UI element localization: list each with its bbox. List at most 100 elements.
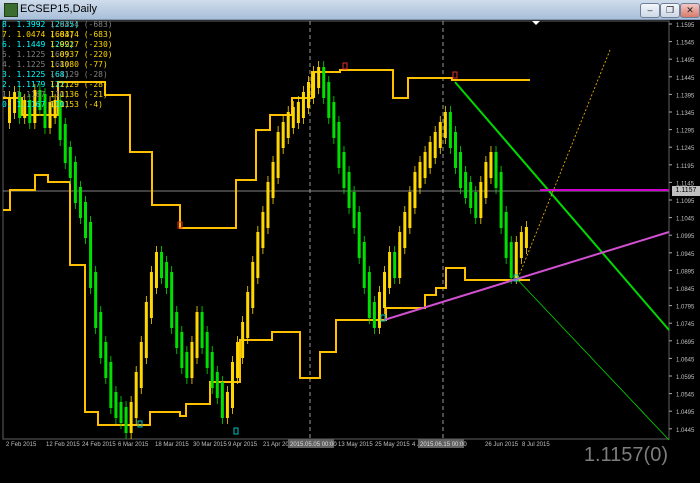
candle [276,126,280,184]
candle [266,176,270,234]
candle [271,156,275,204]
candle [241,316,245,364]
price-tick-label: 1.0995 [676,234,695,240]
price-tick-label: 1.1545 [676,41,695,47]
yellow-projection-line [517,49,611,279]
candle [398,226,402,284]
price-axis: 1.1595 1.1545 1.1495 1.1445 1.1395 1.1345 1.12… [669,23,695,434]
price-tick-label: 1.0595 [676,375,695,381]
candle [372,296,376,334]
swing-high-marker [452,71,458,79]
candle [474,186,478,224]
candle [367,266,371,324]
candle [261,206,265,254]
window-titlebar[interactable]: ECSEP15,Daily – ❐ ✕ [0,0,700,20]
legend-level-left: 5. 1.1225 (68) [2,50,70,59]
candle [357,206,361,264]
big-price-readout: 1.1157(0) [583,444,668,466]
candle [170,266,174,334]
candle [342,146,346,194]
legend-row: 1. 1.1167 (10)1.1136 (-21) [2,90,108,100]
price-tick-label: 1.1295 [676,129,695,135]
candle [190,336,194,384]
candle [377,286,381,334]
price-tick-label: 1.0845 [676,287,695,293]
time-tick-label: 13 May 2015 [338,442,373,448]
candle [443,106,447,144]
chart-icon [4,3,18,17]
candle [114,386,118,424]
candle [464,166,468,204]
close-button[interactable]: ✕ [680,3,700,18]
minimize-button[interactable]: – [640,3,660,18]
candle [403,206,407,254]
price-tick-label: 1.1445 [676,76,695,82]
candle [383,266,387,314]
candle [519,226,523,264]
legend-level-left: 0. 1.1167 (10) [2,100,70,109]
candle [327,76,331,124]
candle [418,156,422,194]
legend-row: 0. 1.1167 (10)1.1153 (-4) [2,100,106,110]
time-tick-label: 6 Mar 2015 [118,442,149,448]
candle [195,306,199,364]
legend-row: 8. 1.3992 (2835)1.0474 (-683) [2,20,113,30]
candle [78,181,82,224]
green-trendline [454,81,670,331]
shift-arrow-icon [532,21,540,25]
legend-level-left: 7. 1.0474 (683) [2,30,75,39]
candle [393,246,397,284]
candle [210,346,214,394]
candle [165,256,169,294]
candle [514,236,518,284]
candle [205,326,209,374]
candle [438,116,442,154]
candle [352,186,356,234]
candle [504,206,508,264]
time-axis: 2 Feb 2015 12 Feb 2015 24 Feb 2015 6 Mar 20… [6,439,550,448]
time-tick-label: 24 Feb 2015 [82,442,116,448]
candle [215,366,219,404]
candle [281,116,285,154]
candle [180,326,184,374]
legend-level-left: 2. 1.1179 (22) [2,80,70,89]
candle [413,166,417,214]
candle [499,166,503,234]
window-title: ECSEP15,Daily [20,3,98,15]
candle [124,401,128,439]
legend-level-right: 1.1129 (-28) [50,80,108,89]
legend-row: 4. 1.1225 (68)1.1080 (-77) [2,60,108,70]
price-tick-label: 1.0945 [676,252,695,258]
candle [322,61,326,104]
time-tick-label: 2015.06.15 00:00 [420,442,467,448]
candle [479,176,483,224]
price-tick-label: 1.0495 [676,410,695,416]
candle [149,266,153,324]
candle [388,246,392,294]
candle [408,186,412,234]
time-tick-label: 25 May 2015 [375,442,410,448]
candle [459,146,463,194]
candle [362,236,366,294]
legend-row: 3. 1.1225 (68)1.1129 (-28) [2,70,108,80]
candle [509,236,513,284]
legend-level-right: 1.1129 (-28) [50,70,108,79]
price-tick-label: 1.1395 [676,93,695,99]
legend-level-right: 1.1153 (-4) [50,100,103,109]
legend-level-left: 8. 1.3992 (2835) [2,20,80,29]
swing-high-marker [342,62,348,70]
current-price-label: 1.1157 [672,186,700,196]
swing-low-marker [233,427,239,435]
candle [251,256,255,314]
candle [332,96,336,144]
legend-level-left: 4. 1.1225 (68) [2,60,70,69]
candle [94,266,98,334]
candle [129,396,133,439]
candle [489,146,493,184]
legend-level-left: 6. 1.1449 (292) [2,40,75,49]
candle [175,306,179,354]
restore-button[interactable]: ❐ [660,3,680,18]
candle [104,336,108,384]
candle [200,306,204,354]
legend-level-right: 1.0474 (-683) [50,20,113,29]
